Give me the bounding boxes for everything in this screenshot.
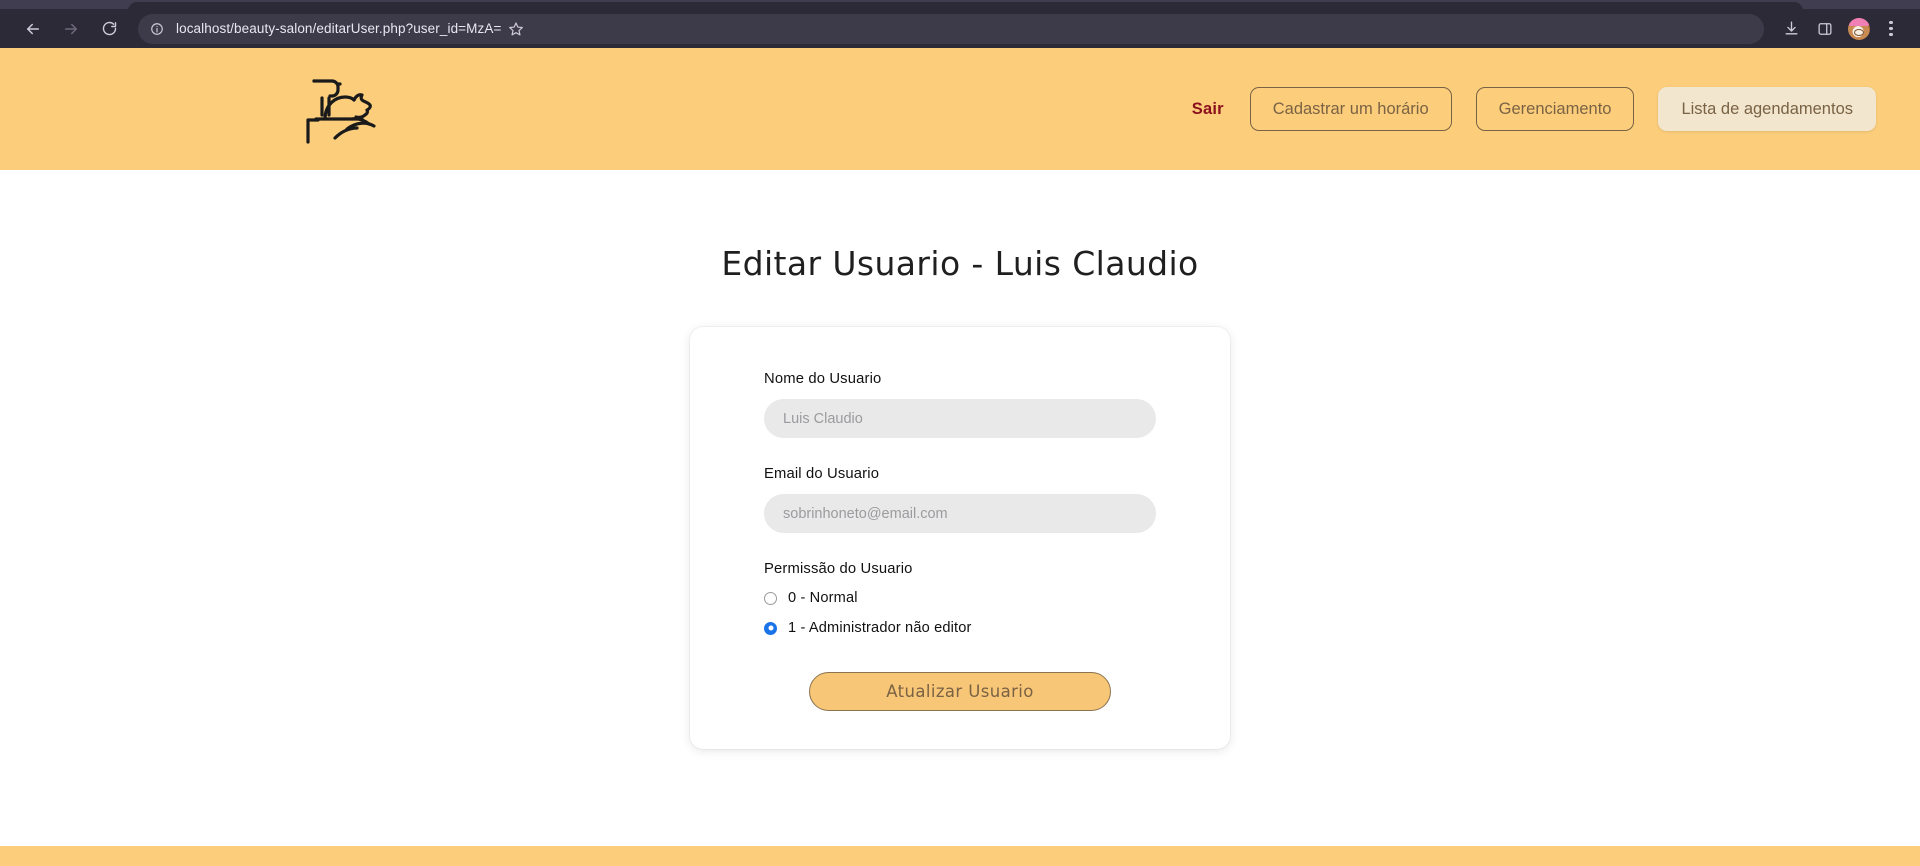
name-field-label: Nome do Usuario [764, 371, 882, 387]
name-input[interactable] [764, 399, 1156, 438]
browser-toolbar: localhost/beauty-salon/editarUser.php?us… [0, 9, 1920, 48]
address-bar[interactable]: localhost/beauty-salon/editarUser.php?us… [138, 13, 1764, 44]
permission-radio-group: 0 - Normal 1 - Administrador não editor [764, 590, 1156, 636]
salon-hair-wash-logo-icon[interactable] [300, 70, 386, 148]
three-dot-menu-icon[interactable] [1876, 13, 1906, 45]
profile-avatar-icon[interactable] [1842, 13, 1876, 45]
edit-user-form-card: Nome do Usuario Email do Usuario Permiss… [690, 327, 1230, 749]
permission-field-label: Permissão do Usuario [764, 561, 913, 577]
site-navigation: Sair Cadastrar um horário Gerenciamento … [1190, 86, 1878, 132]
reload-icon[interactable] [90, 13, 128, 45]
main-content: Editar Usuario - Luis Claudio Nome do Us… [0, 170, 1920, 846]
logout-link[interactable]: Sair [1190, 96, 1226, 123]
browser-tab-strip[interactable] [0, 0, 1920, 11]
permission-option-admin[interactable]: 1 - Administrador não editor [764, 620, 1156, 636]
nav-button-cadastrar-horario[interactable]: Cadastrar um horário [1249, 86, 1452, 132]
bookmark-star-icon[interactable] [501, 14, 531, 44]
page-title: Editar Usuario - Luis Claudio [721, 244, 1199, 283]
update-user-button[interactable]: Atualizar Usuario [809, 672, 1111, 711]
email-input[interactable] [764, 494, 1156, 533]
nav-button-gerenciamento[interactable]: Gerenciamento [1475, 86, 1635, 132]
radio-icon-admin[interactable] [764, 621, 777, 635]
radio-icon-normal[interactable] [764, 591, 777, 605]
permission-option-normal-label: 0 - Normal [788, 590, 858, 606]
site-info-icon[interactable] [146, 18, 168, 40]
back-arrow-icon[interactable] [14, 13, 52, 45]
submit-button-wrapper: Atualizar Usuario [764, 672, 1156, 711]
side-panel-icon[interactable] [1808, 13, 1842, 45]
permission-option-admin-label: 1 - Administrador não editor [788, 620, 972, 636]
nav-button-lista-agendamentos[interactable]: Lista de agendamentos [1658, 86, 1876, 132]
forward-arrow-icon[interactable] [52, 13, 90, 45]
site-header: Sair Cadastrar um horário Gerenciamento … [0, 48, 1920, 170]
email-field-label: Email do Usuario [764, 466, 880, 482]
permission-option-normal[interactable]: 0 - Normal [764, 590, 1156, 606]
site-footer: Isabella Estella - 2024 [0, 846, 1920, 866]
page-body: Sair Cadastrar um horário Gerenciamento … [0, 48, 1920, 866]
download-icon[interactable] [1774, 13, 1808, 45]
url-text: localhost/beauty-salon/editarUser.php?us… [176, 21, 502, 36]
browser-chrome: localhost/beauty-salon/editarUser.php?us… [0, 0, 1920, 48]
browser-tab[interactable] [128, 2, 1803, 11]
